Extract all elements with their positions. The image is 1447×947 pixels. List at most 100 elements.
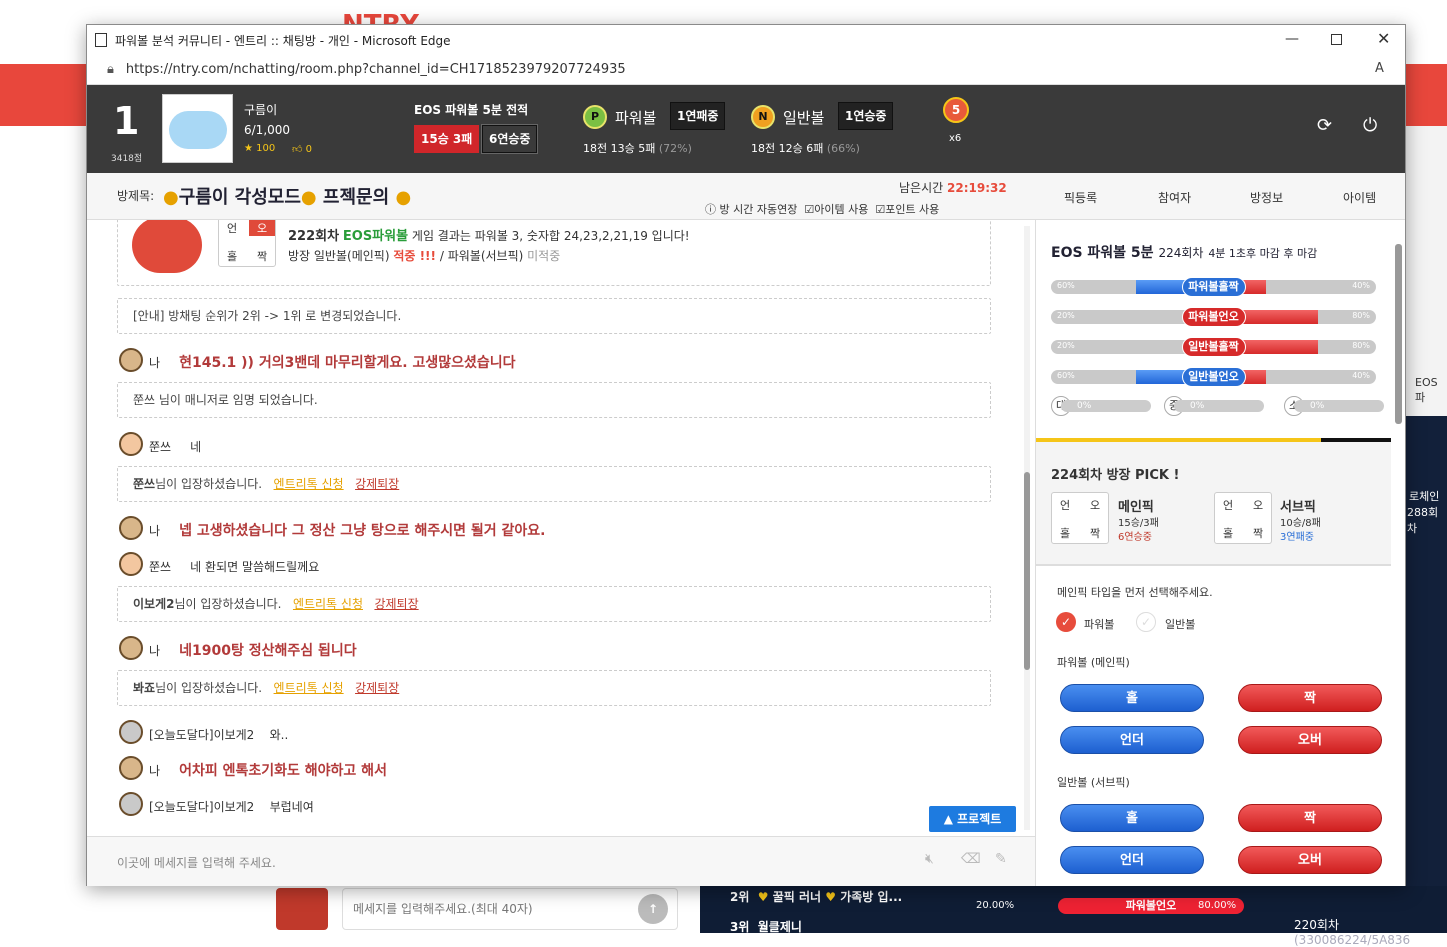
message-ibogae-2: [오늘도달다]이보게2 부럽네여: [149, 800, 314, 814]
avatar-ibogae: [119, 720, 143, 744]
notice-manager: 쭌쓰 님이 매니저로 임명 되었습니다.: [117, 382, 991, 418]
chat-scrollbar-track[interactable]: [1024, 226, 1030, 830]
odds-left-pct: 20%: [1057, 311, 1075, 320]
url-text[interactable]: https://ntry.com/nchatting/room.php?chan…: [126, 62, 626, 77]
normalball-label: 일반볼: [783, 109, 825, 127]
normalball-under-button[interactable]: 언더: [1060, 846, 1204, 874]
avatar-me: [119, 516, 143, 540]
read-aloud-icon[interactable]: A: [1375, 61, 1384, 76]
notice-rank-change: [안내] 방채팅 순위가 2위 -> 1위 로 변경되었습니다.: [117, 298, 991, 334]
kick-link[interactable]: 강제퇴장: [355, 681, 399, 695]
project-button[interactable]: ▲ 프로젝트: [929, 806, 1016, 832]
lock-icon: 🔒︎: [107, 62, 114, 77]
radio-normalball-label[interactable]: 일반볼: [1165, 616, 1195, 632]
avatar-jjun: [119, 552, 143, 576]
normalball-badge-icon: N: [751, 105, 775, 129]
room-score: 3418점: [111, 154, 143, 164]
radio-normalball[interactable]: ✓: [1136, 612, 1156, 632]
owner-name: 구름이: [244, 103, 278, 117]
odds-right-pct: 80%: [1352, 311, 1370, 320]
avatar-ibogae: [119, 792, 143, 816]
minimize-icon[interactable]: —: [1285, 31, 1299, 47]
game-result-box: 언오 홀짝 222회차 EOS파워볼 게임 결과는 파워볼 3, 숫자합 24,…: [117, 220, 991, 286]
point-checkbox[interactable]: ☑: [875, 203, 885, 216]
entry-talk-link[interactable]: 엔트리톡 신청: [274, 477, 344, 491]
maximize-icon[interactable]: [1331, 34, 1342, 45]
bg-rank3: 3위 월클제니: [730, 920, 802, 934]
eraser-icon[interactable]: ⌫: [961, 851, 981, 867]
odds-right-pct: 80%: [1352, 341, 1370, 350]
mute-icon[interactable]: 🔇︎: [925, 851, 934, 867]
chat-input[interactable]: 이곳에 메세지를 입력해 주세요.: [117, 854, 276, 871]
radio-powerball-checked[interactable]: ✓: [1056, 612, 1076, 632]
main-pick-record: 15승/3패: [1118, 518, 1159, 529]
powerball-odd-button[interactable]: 홀: [1060, 684, 1204, 712]
chat-scrollbar-thumb[interactable]: [1024, 472, 1030, 670]
tab-room-info[interactable]: 방정보: [1250, 189, 1283, 206]
message-me-1: 나 현145.1 )) 거의3밴데 마무리할게요. 고생많으셨습니다: [149, 355, 516, 371]
normalball-stats: 18전 12승 6패 (66%): [751, 142, 860, 155]
background-eos-label: EOS파: [1415, 376, 1438, 404]
bg-rank2: 2위 ♥ 꿀픽 러너 ♥ 가족방 입...: [730, 890, 903, 904]
powerball-even-button[interactable]: 짝: [1238, 684, 1382, 712]
avatar-me: [119, 636, 143, 660]
room-options: ⓘ 방 시간 자동연장 ☑아이템 사용 ☑포인트 사용: [705, 203, 940, 216]
close-icon[interactable]: ✕: [1377, 29, 1390, 48]
powerball-over-button[interactable]: 오버: [1238, 726, 1382, 754]
eos-streak: 6연승중: [480, 124, 539, 154]
size-small: 소 0%: [1284, 396, 1384, 416]
select-hint: 메인픽 타입을 먼저 선택해주세요.: [1057, 586, 1213, 599]
kick-link[interactable]: 강제퇴장: [374, 597, 418, 611]
odds-left-pct: 60%: [1057, 371, 1075, 380]
notice-enter-3: 봐죠님이 입장하셨습니다. 엔트리톡 신청 강제퇴장: [117, 670, 991, 706]
item-checkbox[interactable]: ☑: [804, 203, 814, 216]
notice-enter-1: 쭌쓰님이 입장하셨습니다. 엔트리톡 신청 강제퇴장: [117, 466, 991, 502]
normalball-over-button[interactable]: 오버: [1238, 846, 1382, 874]
bg-round220: 220회차 (330086224/5A836: [1294, 918, 1411, 947]
room-title-prefix: 방제목:: [117, 189, 155, 203]
entry-talk-link[interactable]: 엔트리톡 신청: [274, 681, 344, 695]
room-title-bar: 방제목: ●구름이 각성모드● 프젝문의 ● 남은시간 22:19:32 ⓘ 방…: [87, 173, 1405, 220]
normalball-odd-button[interactable]: 홀: [1060, 804, 1204, 832]
kick-link[interactable]: 강제퇴장: [355, 477, 399, 491]
tab-pick-register[interactable]: 픽등록: [1064, 189, 1097, 206]
pick-title: 224회차 방장 PICK !: [1051, 468, 1180, 483]
power-icon[interactable]: ⏻: [1363, 115, 1377, 136]
window-title: 파워볼 분석 커뮤니티 - 엔트리 :: 채팅방 - 개인 - Microsof…: [115, 33, 451, 48]
page-icon: [95, 33, 107, 47]
avatar: [162, 94, 233, 163]
tab-participants[interactable]: 참여자: [1158, 189, 1191, 206]
bg-percent-left: 20.00%: [976, 900, 1015, 911]
powerball-streak: 1연패중: [670, 102, 726, 130]
main-pick-label: 메인픽: [1118, 500, 1154, 515]
side-scrollbar-thumb[interactable]: [1395, 244, 1402, 424]
odds-left-pct: 20%: [1057, 341, 1075, 350]
powerball-badge-icon: P: [583, 105, 607, 129]
background-chat-input[interactable]: 메세지를 입력해주세요.(최대 40자): [342, 888, 678, 930]
room-rank: 1: [113, 99, 140, 143]
tab-items[interactable]: 아이템: [1343, 189, 1376, 206]
refresh-icon[interactable]: ⟳: [1317, 115, 1332, 136]
eos-title: EOS 파워볼 5분 전적: [414, 103, 529, 117]
notice-enter-2: 이보게2님이 입장하셨습니다. 엔트리톡 신청 강제퇴장: [117, 586, 991, 622]
normalball-even-button[interactable]: 짝: [1238, 804, 1382, 832]
odds-right-pct: 40%: [1352, 371, 1370, 380]
background-send-icon[interactable]: ↑: [638, 894, 668, 924]
size-large: 대 0%: [1051, 396, 1151, 416]
odds-bar-label: 파워볼언오: [1181, 307, 1246, 327]
powerball-main-label: 파워볼 (메인픽): [1057, 656, 1130, 669]
chat-input-bar: 이곳에 메세지를 입력해 주세요. 🔇︎ ⌫ ✎: [87, 836, 1035, 886]
entry-talk-link[interactable]: 엔트리톡 신청: [293, 597, 363, 611]
title-bar: 파워볼 분석 커뮤니티 - 엔트리 :: 채팅방 - 개인 - Microsof…: [87, 25, 1405, 55]
eos-record: 15승 3패: [414, 125, 480, 153]
powerball-under-button[interactable]: 언더: [1060, 726, 1204, 754]
sub-pick-streak: 3연패중: [1280, 532, 1314, 543]
medal-multiplier: x6: [949, 133, 962, 144]
sub-pick-record: 10승/8패: [1280, 518, 1321, 529]
magic-wand-icon[interactable]: ✎: [995, 851, 1007, 867]
radio-powerball-label[interactable]: 파워볼: [1084, 616, 1114, 632]
message-jjun-2: 쭌쓰 네 환되면 말씀해드릴께요: [149, 560, 320, 574]
room-header: 1 3418점 구름이 6/1,000 ★ 100 👍︎ 0 EOS 파워볼 5…: [87, 85, 1405, 173]
odds-bar-label: 파워볼홀짝: [1181, 277, 1246, 297]
odds-left-pct: 60%: [1057, 281, 1075, 290]
